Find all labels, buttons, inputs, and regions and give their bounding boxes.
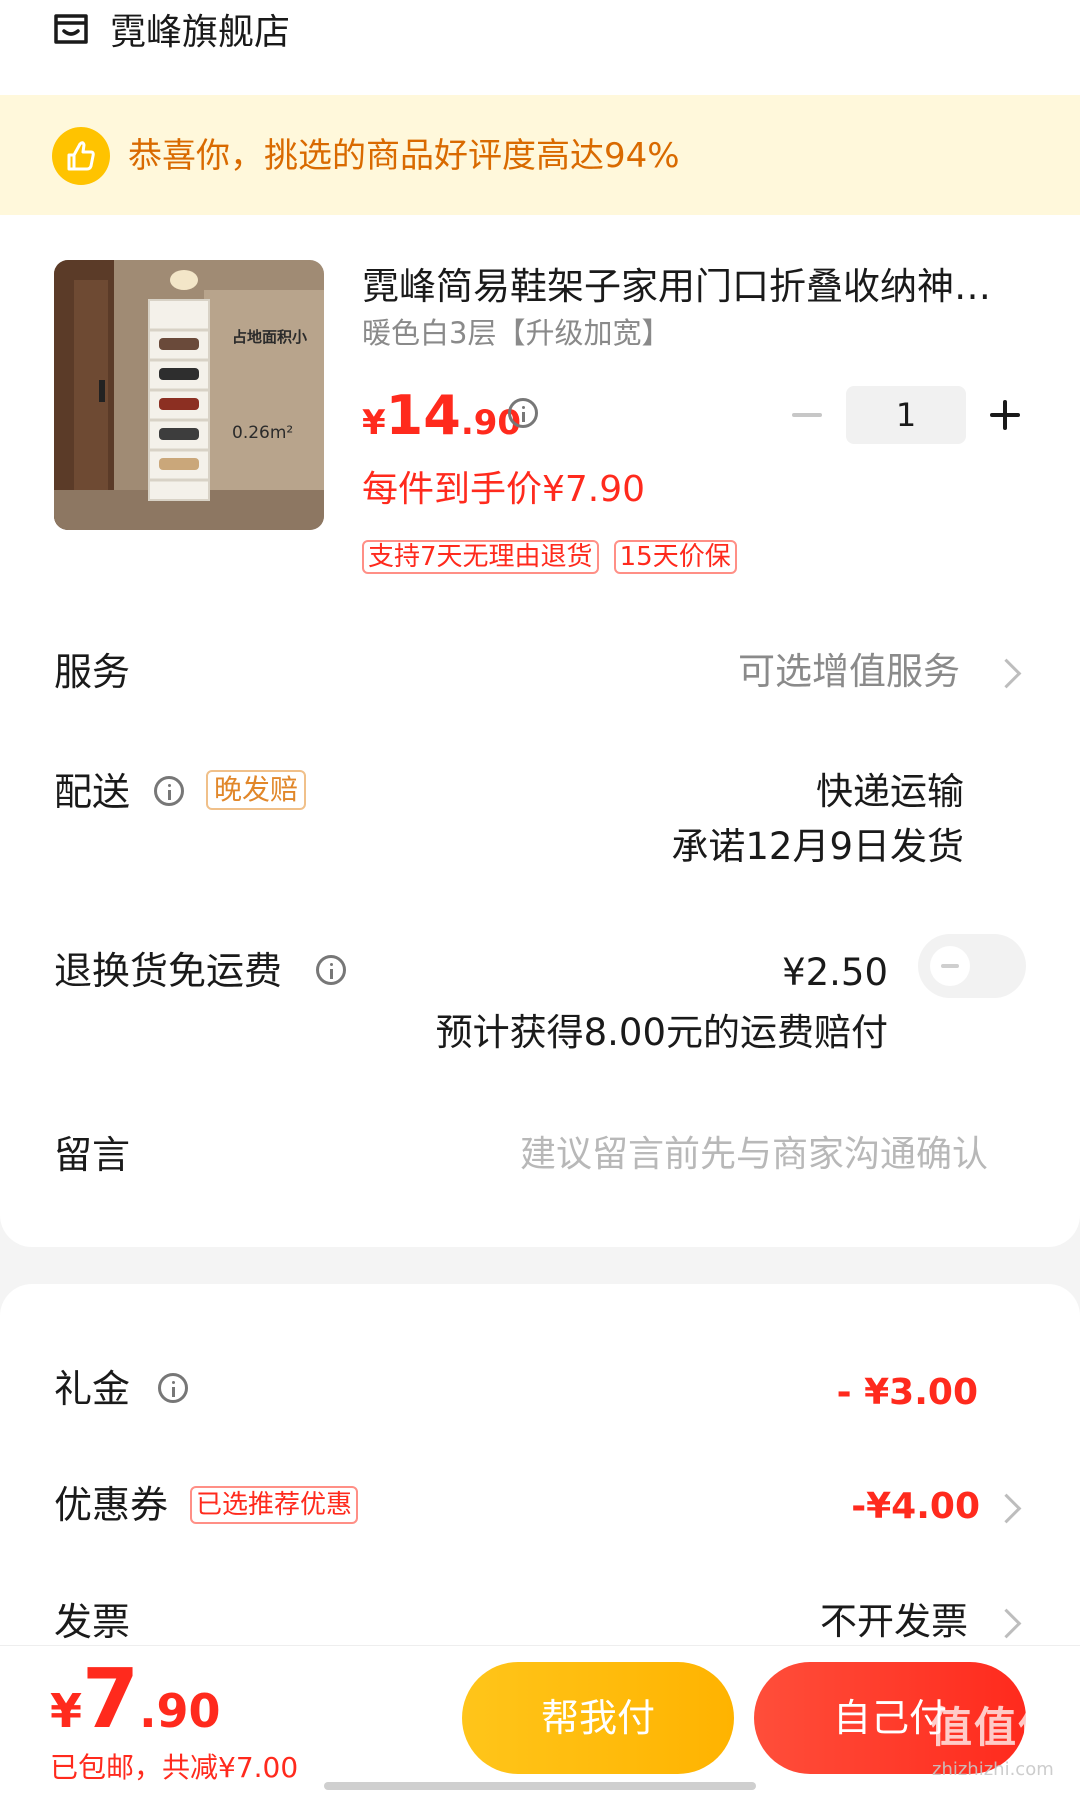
product-image-caption-size: 0.26m² <box>232 423 293 443</box>
return-shipping-price: ¥2.50 <box>782 951 888 994</box>
gift-amount: - ¥3.00 <box>836 1372 978 1413</box>
total-decimal: .90 <box>139 1684 221 1738</box>
gift-info-icon[interactable] <box>158 1373 188 1403</box>
total-currency: ¥ <box>50 1684 83 1738</box>
service-value[interactable]: 可选增值服务 <box>738 645 960 699</box>
message-label: 留言 <box>54 1133 131 1177</box>
unit-price: 每件到手价¥7.90 <box>362 469 646 510</box>
store-name[interactable]: 霓峰旗舰店 <box>110 8 290 58</box>
product-title[interactable]: 霓峰简易鞋架子家用门口折叠收纳神… <box>362 262 1030 312</box>
price-currency: ¥ <box>362 403 386 443</box>
price-info-icon[interactable] <box>508 398 538 428</box>
coupon-tag: 已选推荐优惠 <box>190 1486 359 1524</box>
help-pay-button[interactable]: 帮我付 <box>462 1662 734 1774</box>
product-spec[interactable]: 暖色白3层【升级加宽】 <box>362 312 670 354</box>
delivery-info-icon[interactable] <box>154 776 184 806</box>
delivery-promise: 承诺12月9日发货 <box>671 825 964 868</box>
thumbs-up-icon <box>52 127 110 185</box>
total-integer: 7 <box>82 1652 140 1747</box>
invoice-label: 发票 <box>54 1600 131 1644</box>
congrats-text: 恭喜你，挑选的商品好评度高达94% <box>128 136 680 176</box>
product-price: ¥14.90 <box>362 384 521 461</box>
toggle-knob <box>930 946 970 986</box>
return-shipping-note: 预计获得8.00元的运费赔付 <box>435 1011 888 1054</box>
message-input[interactable]: 建议留言前先与商家沟通确认 <box>520 1128 988 1182</box>
invoice-value[interactable]: 不开发票 <box>820 1595 968 1649</box>
delivery-method: 快递运输 <box>816 770 964 813</box>
quantity-increase-button[interactable] <box>988 398 1022 432</box>
service-tags: 支持7天无理由退货 15天价保 <box>362 540 737 574</box>
return-policy-tag: 支持7天无理由退货 <box>362 540 599 574</box>
coupon-amount[interactable]: -¥4.00 <box>851 1480 980 1534</box>
price-integer: 14 <box>385 384 461 447</box>
watermark-logo: 值值值 <box>930 1703 1063 1752</box>
home-indicator <box>324 1782 756 1790</box>
delivery-label: 配送 <box>54 770 131 814</box>
late-delivery-tag: 晚发赔 <box>206 770 307 810</box>
shipping-note: 已包邮，共减¥7.00 <box>50 1751 299 1784</box>
gift-label: 礼金 <box>54 1367 131 1411</box>
product-image-caption-area: 占地面积小 <box>232 328 307 346</box>
product-image[interactable]: 占地面积小 0.26m² <box>54 260 324 530</box>
quantity-input[interactable]: 1 <box>846 386 966 444</box>
price-protect-tag: 15天价保 <box>613 540 737 574</box>
coupon-label: 优惠券 <box>54 1483 169 1527</box>
store-icon <box>52 12 90 46</box>
service-label: 服务 <box>54 650 131 694</box>
quantity-decrease-button[interactable] <box>790 398 824 432</box>
return-shipping-info-icon[interactable] <box>316 955 346 985</box>
return-shipping-label: 退换货免运费 <box>54 949 283 993</box>
watermark-url: zhizhizhi.com <box>932 1759 1054 1780</box>
